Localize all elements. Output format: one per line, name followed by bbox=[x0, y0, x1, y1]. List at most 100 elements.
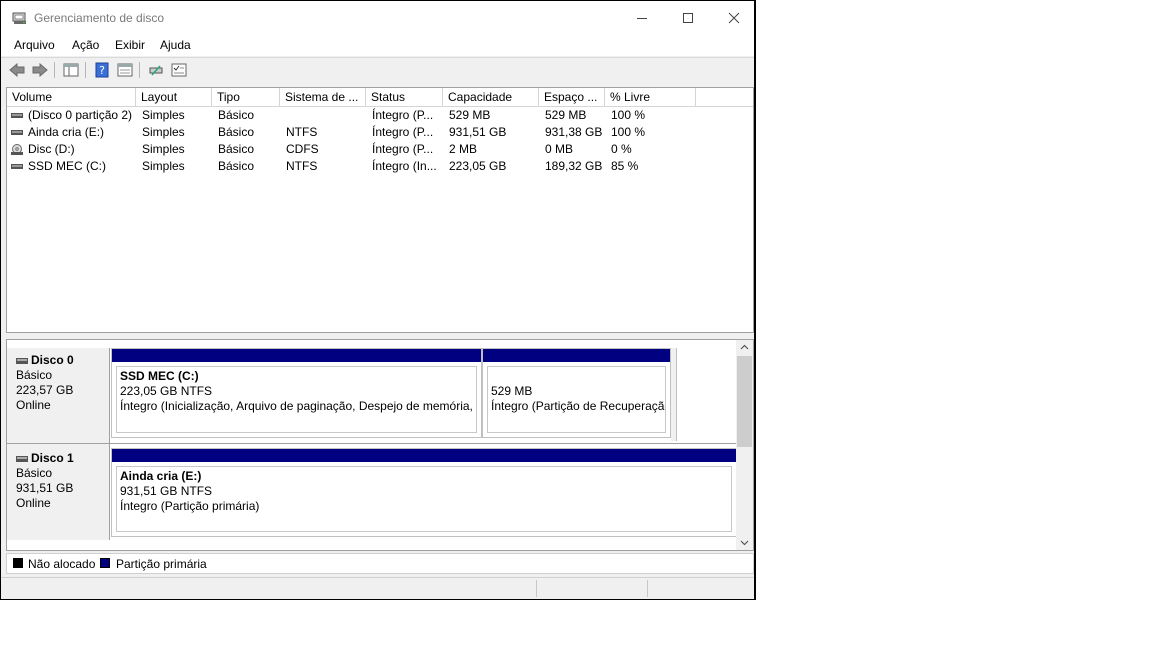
partition-recovery[interactable]: 529 MB Íntegro (Partição de Recuperação bbox=[482, 348, 671, 438]
scroll-up-icon[interactable] bbox=[740, 344, 749, 350]
help-icon: ? bbox=[95, 62, 109, 78]
disk-1-label[interactable]: Disco 1 Básico 931,51 GB Online bbox=[7, 444, 110, 540]
volume-tipo: Básico bbox=[218, 108, 255, 122]
volume-tipo: Básico bbox=[218, 125, 255, 139]
column-header-tipo[interactable]: Tipo bbox=[212, 88, 280, 106]
column-header-status[interactable]: Status bbox=[366, 88, 443, 106]
partition-name: SSD MEC (C:) bbox=[120, 369, 199, 383]
minimize-icon bbox=[637, 17, 647, 19]
volume-list-header: Volume Layout Tipo Sistema de ... Status… bbox=[7, 88, 753, 107]
volume-espaco: 529 MB bbox=[545, 108, 587, 122]
volume-layout: Simples bbox=[142, 108, 185, 122]
volume-espaco: 0 MB bbox=[545, 142, 574, 156]
disk-0-title: Disco 0 bbox=[16, 353, 109, 368]
status-bar-separator bbox=[647, 580, 648, 597]
volume-livre: 100 % bbox=[611, 108, 646, 122]
window-title: Gerenciamento de disco bbox=[34, 11, 165, 25]
partition-size: 931,51 GB NTFS bbox=[120, 484, 213, 498]
minimize-button[interactable] bbox=[619, 1, 665, 34]
column-header-sistema[interactable]: Sistema de ... bbox=[280, 88, 366, 106]
cd-volume-icon bbox=[11, 144, 23, 155]
scroll-thumb[interactable] bbox=[737, 356, 752, 447]
partition-size: 529 MB bbox=[491, 384, 533, 398]
volume-tipo: Básico bbox=[218, 142, 255, 156]
volume-filesystem: CDFS bbox=[286, 142, 319, 156]
disk-volume-icon bbox=[11, 164, 23, 169]
partition-status: Íntegro (Partição de Recuperação bbox=[491, 399, 666, 413]
volume-row[interactable]: Ainda cria (E:) Simples Básico NTFS Ínte… bbox=[7, 124, 753, 141]
back-arrow-icon bbox=[9, 63, 25, 77]
disk-0-type: Básico bbox=[16, 368, 53, 382]
partition-name: Ainda cria (E:) bbox=[120, 469, 202, 483]
disk-1-state: Online bbox=[16, 496, 51, 510]
disk-1-size: 931,51 GB bbox=[16, 481, 74, 495]
hard-disk-icon bbox=[16, 357, 28, 364]
svg-text:?: ? bbox=[99, 64, 105, 77]
volume-row[interactable]: SSD MEC (C:) Simples Básico NTFS Íntegro… bbox=[7, 158, 753, 175]
partition-primary-bar bbox=[112, 349, 481, 362]
disk-0-label[interactable]: Disco 0 Básico 223,57 GB Online bbox=[7, 348, 110, 443]
properties-icon bbox=[117, 63, 133, 77]
properties-button[interactable] bbox=[116, 61, 134, 79]
menu-arquivo[interactable]: Arquivo bbox=[14, 38, 55, 52]
forward-button[interactable] bbox=[31, 61, 49, 79]
volume-row[interactable]: (Disco 0 partição 2) Simples Básico Ínte… bbox=[7, 107, 753, 124]
volume-filesystem: NTFS bbox=[286, 159, 318, 173]
column-header-livre[interactable]: % Livre bbox=[605, 88, 696, 106]
volume-capacidade: 2 MB bbox=[449, 142, 478, 156]
graph-vertical-scrollbar[interactable] bbox=[736, 340, 753, 550]
forward-arrow-icon bbox=[32, 63, 48, 77]
toolbar-separator bbox=[139, 62, 140, 78]
menu-acao[interactable]: Ação bbox=[72, 38, 99, 52]
disk-volume-icon bbox=[11, 130, 23, 135]
partition-primary-bar bbox=[112, 449, 736, 462]
maximize-button[interactable] bbox=[665, 1, 711, 34]
disk-divider bbox=[7, 443, 737, 444]
scroll-down-icon[interactable] bbox=[740, 540, 749, 546]
show-hide-console-tree-button[interactable] bbox=[62, 61, 80, 79]
volume-status: Íntegro (P... bbox=[372, 142, 434, 156]
partition-ainda-cria[interactable]: Ainda cria (E:) 931,51 GB NTFS Íntegro (… bbox=[111, 448, 737, 537]
partition-details: 529 MB Íntegro (Partição de Recuperação bbox=[487, 366, 666, 433]
legend-swatch-unallocated bbox=[13, 558, 23, 568]
menu-exibir[interactable]: Exibir bbox=[115, 38, 145, 52]
volume-layout: Simples bbox=[142, 142, 185, 156]
partition-status: Íntegro (Partição primária) bbox=[120, 499, 260, 513]
back-button[interactable] bbox=[8, 61, 26, 79]
checklist-button[interactable] bbox=[170, 61, 188, 79]
partition-size: 223,05 GB NTFS bbox=[120, 384, 213, 398]
menu-ajuda[interactable]: Ajuda bbox=[160, 38, 191, 52]
volume-status: Íntegro (P... bbox=[372, 125, 434, 139]
column-header-capacidade[interactable]: Capacidade bbox=[443, 88, 539, 106]
title-bar[interactable]: Gerenciamento de disco bbox=[1, 1, 754, 34]
volume-list: Volume Layout Tipo Sistema de ... Status… bbox=[6, 87, 754, 333]
partition-details: SSD MEC (C:) 223,05 GB NTFS Íntegro (Ini… bbox=[116, 366, 477, 433]
pane-splitter[interactable] bbox=[6, 333, 754, 338]
drive-connect-icon bbox=[149, 65, 163, 76]
column-header-volume[interactable]: Volume bbox=[7, 88, 136, 106]
status-bar-separator bbox=[536, 580, 537, 597]
console-tree-icon bbox=[63, 63, 79, 77]
volume-livre: 0 % bbox=[611, 142, 632, 156]
connect-drive-button[interactable] bbox=[147, 61, 165, 79]
disk-volume-icon bbox=[11, 113, 23, 118]
volume-capacidade: 529 MB bbox=[449, 108, 491, 122]
close-button[interactable] bbox=[711, 1, 757, 34]
volume-name: Ainda cria (E:) bbox=[28, 125, 105, 139]
column-header-espaco[interactable]: Espaço ... bbox=[539, 88, 605, 106]
disk-1-type: Básico bbox=[16, 466, 53, 480]
volume-row[interactable]: Disc (D:) Simples Básico CDFS Íntegro (P… bbox=[7, 141, 753, 158]
maximize-icon bbox=[683, 12, 693, 23]
partition-details: Ainda cria (E:) 931,51 GB NTFS Íntegro (… bbox=[116, 466, 732, 532]
partition-status: Íntegro (Inicialização, Arquivo de pagin… bbox=[120, 399, 477, 413]
column-header-layout[interactable]: Layout bbox=[136, 88, 212, 106]
menu-bar: Arquivo Ação Exibir Ajuda bbox=[1, 34, 754, 56]
disk-graphical-view: Disco 0 Básico 223,57 GB Online SSD MEC … bbox=[6, 339, 754, 551]
legend-label-primary: Partição primária bbox=[116, 557, 207, 571]
help-button[interactable]: ? bbox=[93, 61, 111, 79]
disk-1-title: Disco 1 bbox=[16, 451, 109, 466]
partition-ssd-mec[interactable]: SSD MEC (C:) 223,05 GB NTFS Íntegro (Ini… bbox=[111, 348, 482, 438]
volume-filesystem: NTFS bbox=[286, 125, 318, 139]
volume-layout: Simples bbox=[142, 125, 185, 139]
volume-name: SSD MEC (C:) bbox=[28, 159, 106, 173]
